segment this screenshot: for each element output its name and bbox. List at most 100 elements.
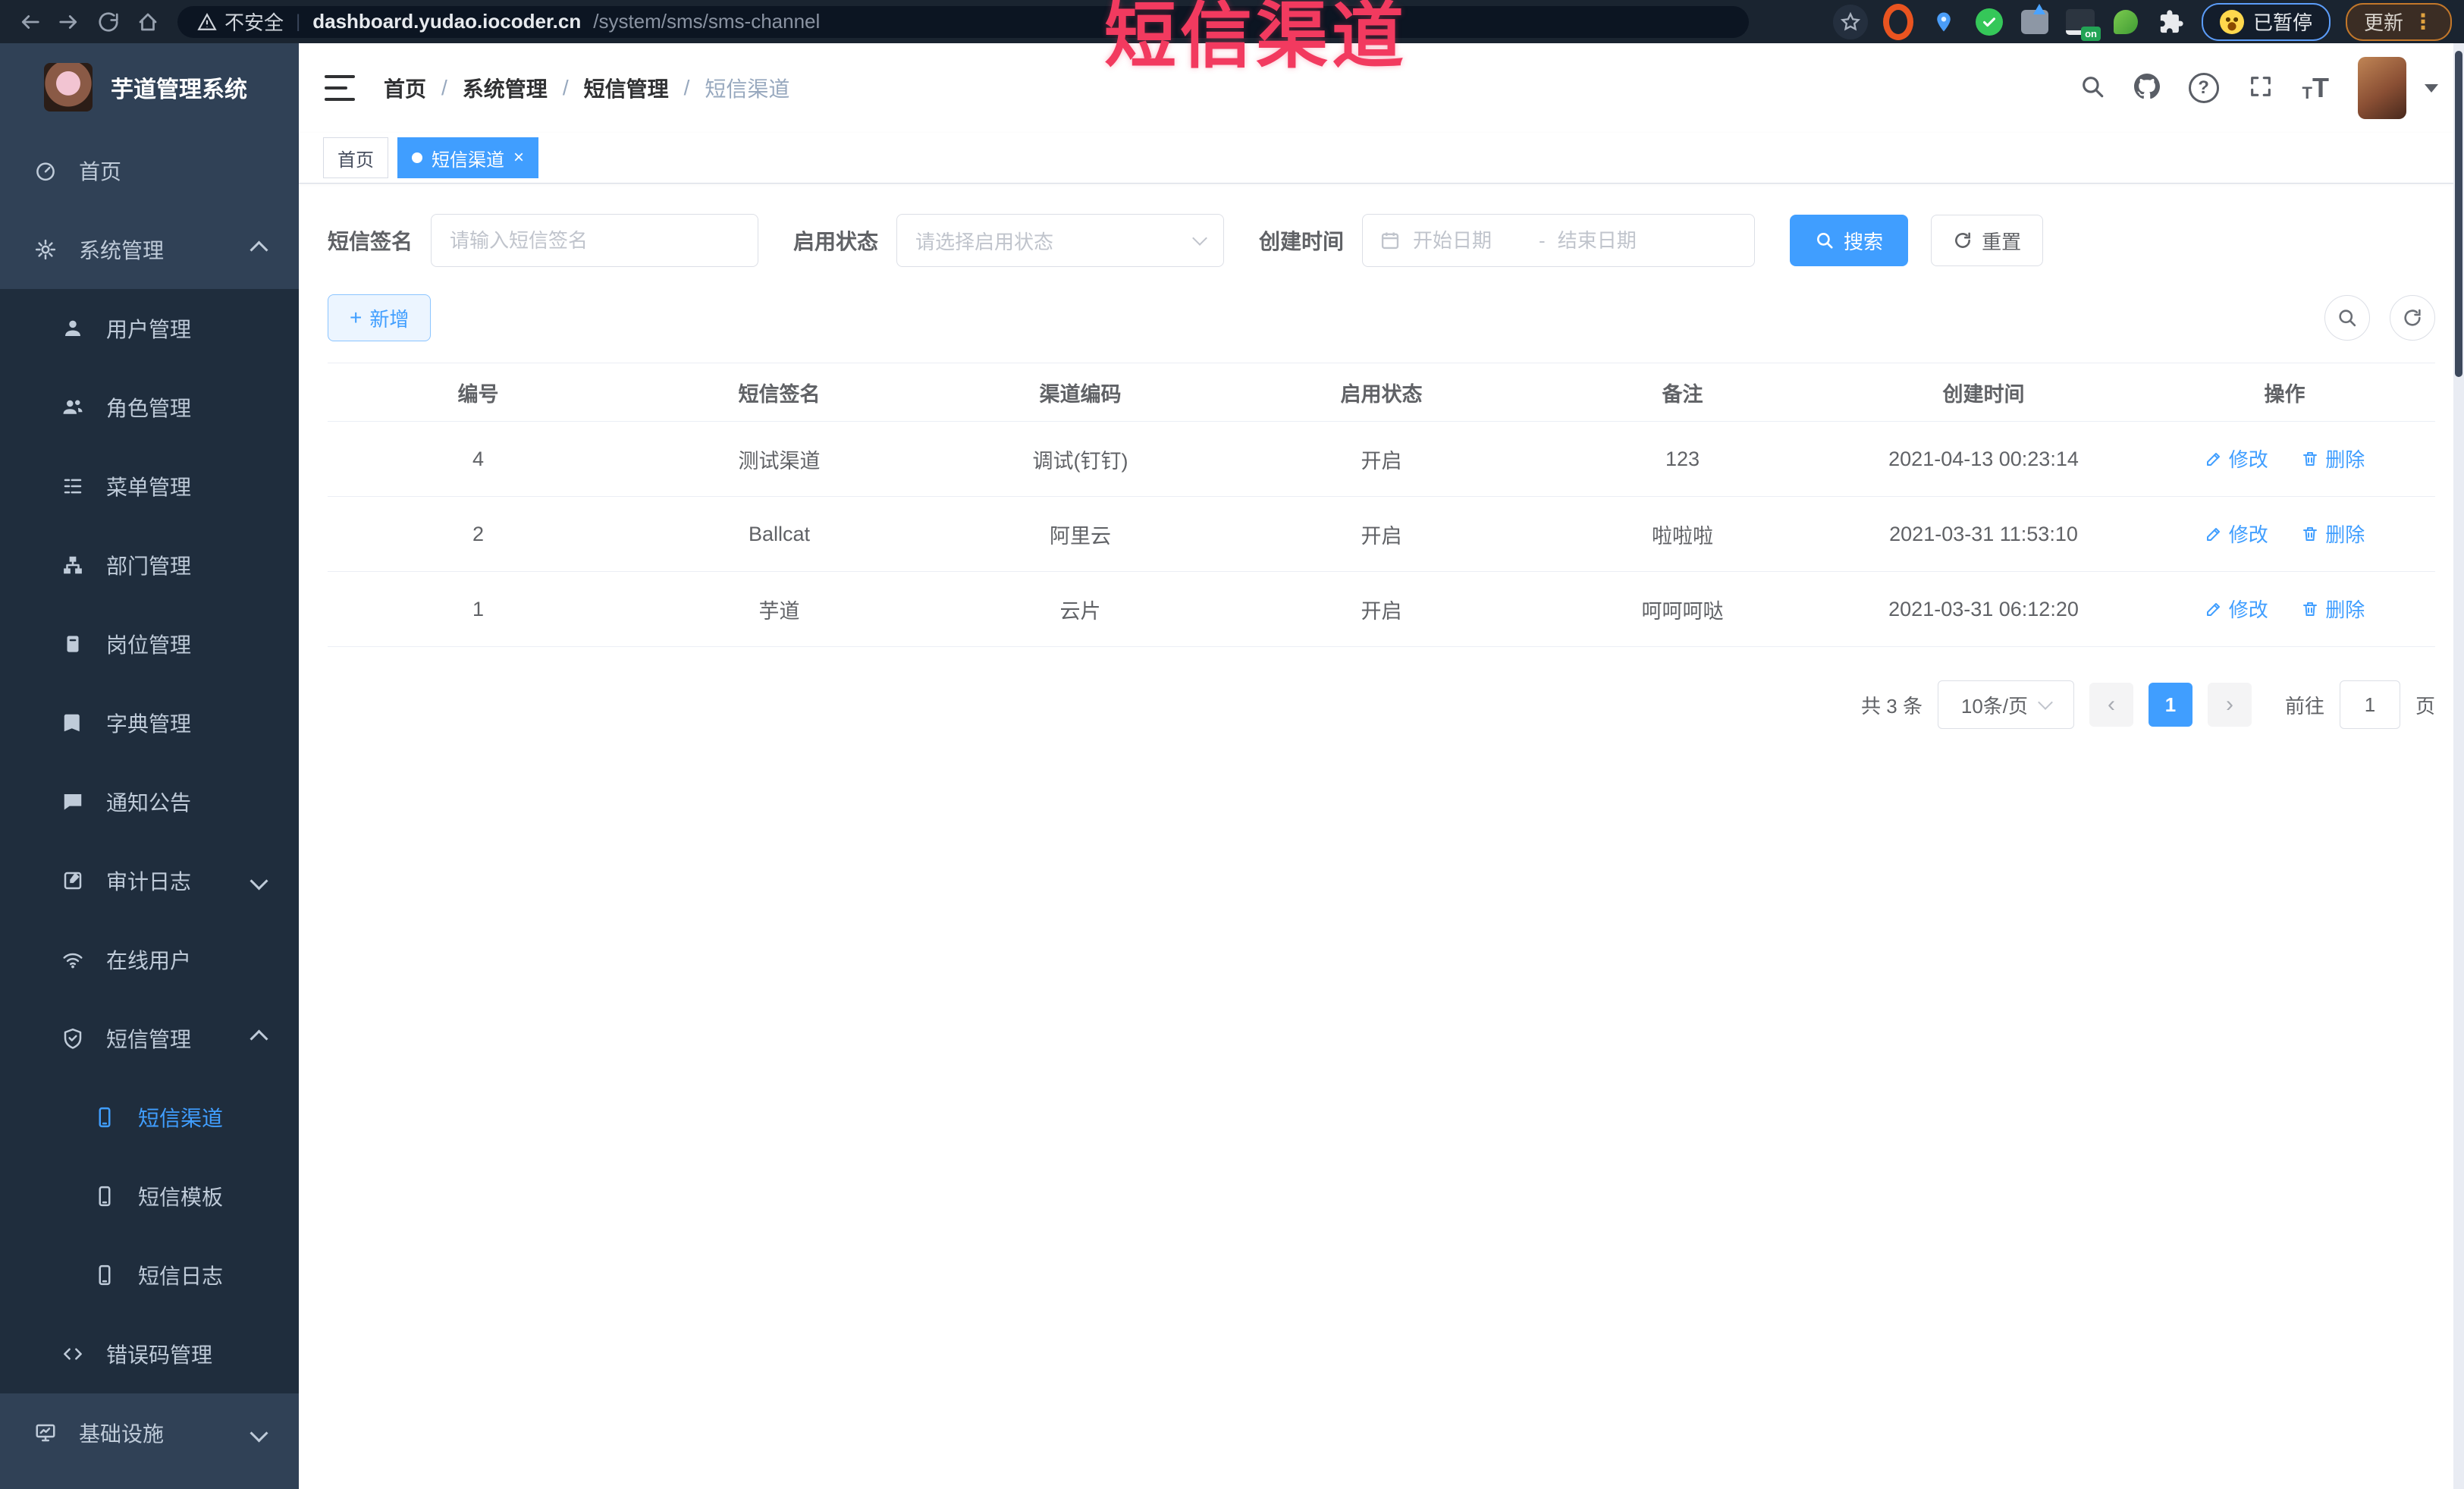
log-edit-icon [61,869,85,893]
sidebar-item-audit-logs[interactable]: 审计日志 [0,841,299,920]
list-icon [61,474,85,498]
breadcrumb-separator: / [683,76,690,99]
tab-home[interactable]: 首页 [323,137,388,178]
warning-icon [197,12,217,30]
sign-input[interactable] [431,214,759,267]
date-separator: - [1539,228,1546,252]
sidebar-item-system[interactable]: 系统管理 [0,210,299,289]
shield-icon [61,1026,85,1051]
github-icon[interactable] [2133,73,2160,103]
extension-ubuntu-icon[interactable] [1882,3,1913,40]
date-start-input[interactable] [1411,228,1529,253]
sidebar-item-notices[interactable]: 通知公告 [0,762,299,841]
navbar-actions: TT [2079,57,2438,119]
edit-link[interactable]: 修改 [2205,595,2268,623]
reset-button[interactable]: 重置 [1931,215,2044,266]
tags-view-bar: 首页 短信渠道 [299,133,2464,184]
address-bar[interactable]: 不安全 | dashboard.yudao.iocoder.cn/system/… [177,5,1749,38]
avatar-caret-icon[interactable] [2425,83,2438,93]
header-search-icon[interactable] [2079,74,2105,103]
dashboard-icon [33,159,58,183]
profile-paused-chip[interactable]: 已暂停 [2201,2,2331,41]
security-warning[interactable]: 不安全 [197,8,284,36]
page-1-button[interactable]: 1 [2148,683,2192,727]
sidebar-item-sms-channel[interactable]: 短信渠道 [0,1078,299,1157]
browser-home-button[interactable] [130,5,165,39]
users-group-icon [61,395,85,419]
sidebar-item-menus[interactable]: 菜单管理 [0,447,299,526]
pagination: 共 3 条 10条/页 1 前往 页 [328,680,2435,759]
sidebar-item-dicts[interactable]: 字典管理 [0,683,299,762]
status-select[interactable]: 请选择启用状态 [896,214,1225,267]
sidebar-item-posts[interactable]: 岗位管理 [0,605,299,683]
delete-link[interactable]: 删除 [2301,520,2365,548]
font-size-icon[interactable]: TT [2302,74,2329,102]
sidebar-item-error-codes[interactable]: 错误码管理 [0,1315,299,1393]
table-toolbar: 新增 [328,294,2435,341]
goto-page-input[interactable] [2339,680,2400,729]
sidebar-item-sms-log[interactable]: 短信日志 [0,1236,299,1315]
bookmark-star-icon[interactable] [1832,4,1868,39]
main-area: 首页 / 系统管理 / 短信管理 / 短信渠道 ? T T 首页 短信渠道 × … [299,43,2464,1489]
help-icon[interactable] [2188,73,2219,103]
browser-back-button[interactable] [12,5,47,39]
sidebar-item-depts[interactable]: 部门管理 [0,526,299,605]
browser-update-button[interactable]: 更新 [2345,2,2452,41]
sidebar-item-users[interactable]: 用户管理 [0,289,299,368]
tab-close-icon[interactable] [513,149,524,167]
search-form: 短信签名 启用状态 请选择启用状态 创建时间 [328,214,2435,267]
prev-page-button[interactable] [2089,683,2133,727]
sidebar-item-infra[interactable]: 基础设施 [0,1393,299,1472]
edit-icon [2206,527,2220,541]
breadcrumb-system[interactable]: 系统管理 [463,73,548,103]
sidebar-collapse-icon[interactable] [325,75,355,101]
date-end-input[interactable] [1555,228,1673,253]
gear-icon [33,237,58,262]
select-caret-icon [1192,231,1207,246]
wifi-icon [61,947,85,972]
extension-switch-icon[interactable]: on [2065,7,2101,41]
extension-location-pin-icon[interactable] [1929,7,1959,37]
extension-check-icon[interactable] [1974,7,2004,37]
extensions-puzzle-icon[interactable] [2156,7,2186,37]
sidebar-item-home[interactable]: 首页 [0,131,299,210]
edit-link[interactable]: 修改 [2205,520,2268,548]
browser-reload-button[interactable] [91,5,126,39]
date-range-picker[interactable]: - [1362,214,1756,267]
next-page-button[interactable] [2207,683,2252,727]
url-host: dashboard.yudao.iocoder.cn [312,10,582,33]
scrollbar-thumb[interactable] [2455,51,2462,377]
breadcrumb-separator: / [441,76,447,99]
sms-channel-table: 编号 短信签名 渠道编码 启用状态 备注 创建时间 操作 4 测试渠道 调试(钉… [328,363,2435,647]
fullscreen-icon[interactable] [2248,74,2274,103]
sidebar-item-roles[interactable]: 角色管理 [0,368,299,447]
extension-leaf-icon[interactable] [2111,7,2141,37]
book-icon [61,711,85,735]
security-label: 不安全 [224,11,284,34]
delete-link[interactable]: 删除 [2301,445,2365,473]
monitor-icon [33,1421,58,1445]
sidebar-item-sms-template[interactable]: 短信模板 [0,1157,299,1236]
edit-link[interactable]: 修改 [2205,445,2268,473]
refresh-table-button[interactable] [2390,295,2435,341]
sidebar-item-sms[interactable]: 短信管理 [0,999,299,1078]
message-icon [61,790,85,814]
delete-link[interactable]: 删除 [2301,595,2365,623]
extension-downloads-icon[interactable] [2020,3,2050,37]
omnibox-divider: | [296,11,301,32]
system-submenu: 用户管理 角色管理 菜单管理 部门管理 岗位管理 字典管理 通知公告 审计日志 … [0,289,299,1393]
sidebar-item-online-users[interactable]: 在线用户 [0,920,299,999]
breadcrumb-home[interactable]: 首页 [384,73,426,103]
search-button[interactable]: 搜索 [1790,215,1909,266]
breadcrumb-current: 短信渠道 [705,77,790,101]
breadcrumb-sms[interactable]: 短信管理 [584,73,669,103]
table-header-row: 编号 短信签名 渠道编码 启用状态 备注 创建时间 操作 [328,363,2435,422]
browser-menu-icon[interactable] [2412,9,2434,34]
page-size-select[interactable]: 10条/页 [1937,680,2074,729]
browser-forward-button[interactable] [52,5,86,39]
add-button[interactable]: 新增 [328,294,432,341]
toggle-search-button[interactable] [2324,295,2370,341]
user-avatar[interactable] [2358,57,2406,119]
tab-sms-channel[interactable]: 短信渠道 [397,137,539,178]
table-row: 2 Ballcat 阿里云 开启 啦啦啦 2021-03-31 11:53:10… [328,496,2435,572]
